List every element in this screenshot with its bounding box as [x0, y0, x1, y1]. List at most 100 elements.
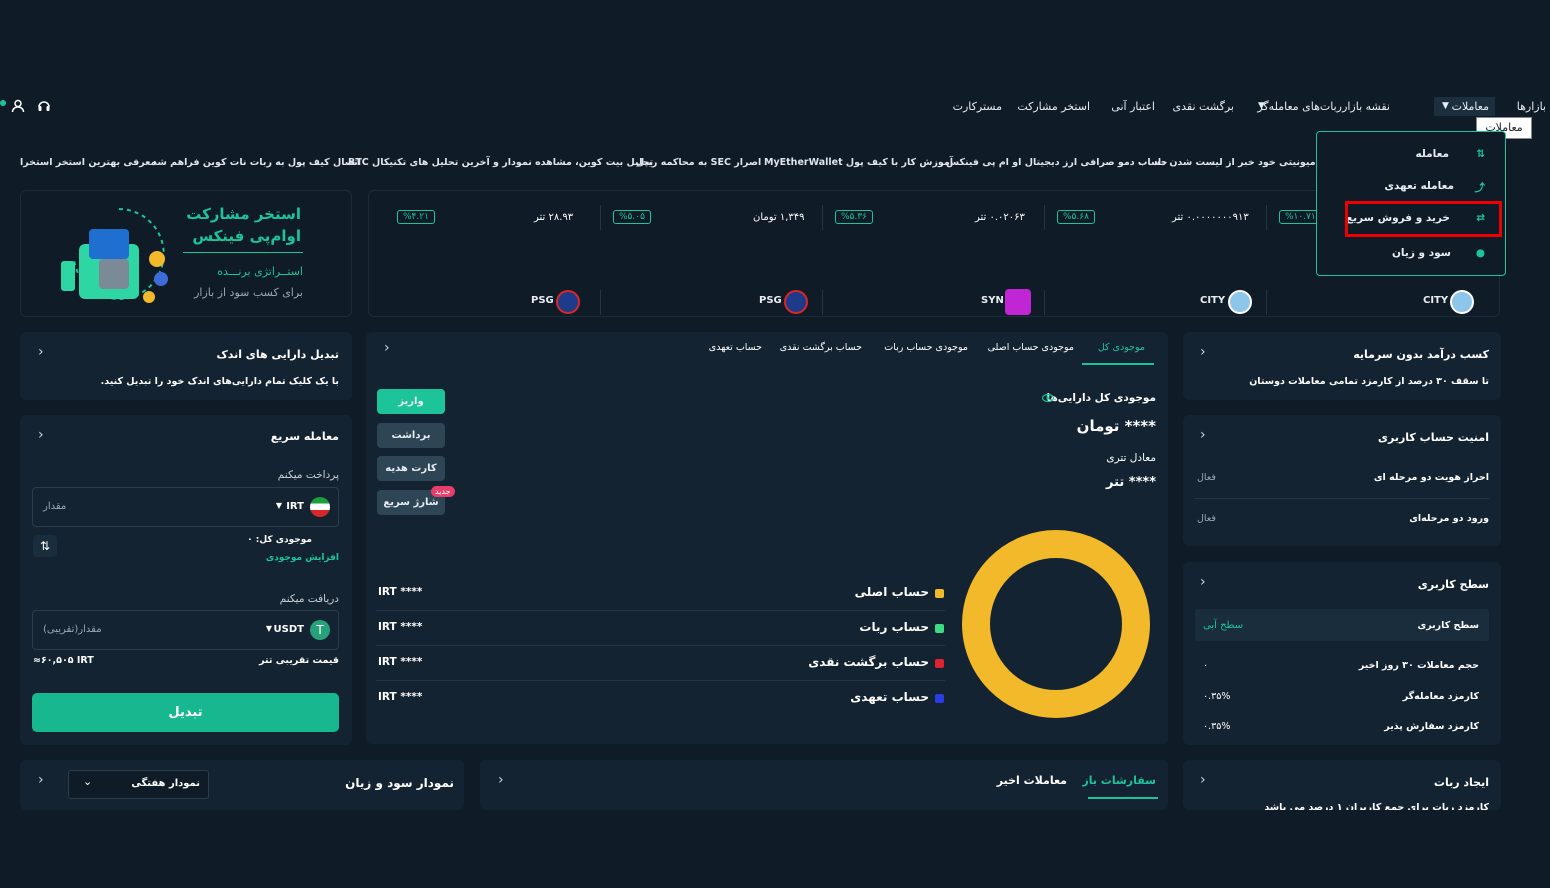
change-badge: %۵.۳۶ — [835, 210, 873, 224]
chart-icon: ⤴ — [1474, 182, 1486, 194]
chevron-down-icon: ▼ — [1258, 101, 1265, 111]
user-icon[interactable] — [11, 99, 25, 113]
pool-banner[interactable]: استخر مشارکت اوام‌پی فینکس استــراتژی بر… — [20, 190, 352, 317]
legend-swatch — [935, 694, 944, 703]
pay-currency[interactable]: IRT — [286, 501, 304, 512]
pnl-period-select[interactable]: نمودار هفتگی ⌄ — [68, 770, 209, 799]
row-value: فعال — [1197, 513, 1216, 524]
coin-symbol[interactable]: PSG — [759, 295, 782, 306]
status-dot — [0, 100, 6, 106]
tab-bot[interactable]: موجودی حساب ربات — [884, 342, 968, 353]
tab-cashback[interactable]: حساب برگشت نقدی — [780, 342, 862, 353]
ticker-item[interactable]: حساب دمو صرافی ارز دیجیتال او ام پی فینک… — [946, 157, 1168, 168]
legend-swatch — [935, 624, 944, 633]
pay-input-placeholder: مقدار — [43, 501, 67, 512]
select-value: نمودار هفتگی — [131, 778, 200, 789]
receive-currency[interactable]: USDT — [274, 624, 304, 635]
ticker-item[interactable]: اصرار SEC به محاکمه ریپل — [636, 157, 761, 168]
syn-logo-icon — [1005, 289, 1031, 315]
price-value: ۰.۰۰۰۰۰۰۰۹۱۳ تتر — [1172, 212, 1249, 223]
nav-markets[interactable]: بازارها — [1517, 100, 1546, 113]
chevron-left-icon[interactable]: ‹ — [1200, 344, 1206, 360]
convert-button[interactable]: تبدیل — [32, 693, 339, 732]
balance-donut-chart — [962, 530, 1150, 718]
chevron-left-icon[interactable]: ‹ — [1200, 772, 1206, 788]
ticker-item[interactable]: معرفی بهترین استخر استخرا — [20, 157, 156, 168]
donut-ring — [962, 530, 1150, 718]
menu-item-margin[interactable]: معامله تعهدی — [1384, 180, 1454, 192]
change-badge: %۴.۲۱ — [397, 210, 435, 224]
chevron-left-icon[interactable]: ‹ — [38, 772, 44, 788]
row-label: سطح کاربری — [1417, 620, 1480, 631]
level-value: سطح آبی — [1203, 620, 1244, 631]
deposit-button[interactable]: واریز — [377, 389, 445, 414]
tab-main[interactable]: موجودی حساب اصلی — [988, 342, 1074, 353]
withdraw-button[interactable]: برداشت — [377, 423, 445, 448]
highlight-box — [1345, 201, 1502, 237]
swap-direction-icon[interactable]: ⇅ — [33, 535, 57, 557]
level-card: سطح کاربری ‹ سطح کاربری سطح آبی حجم معام… — [1183, 562, 1501, 745]
chevron-left-icon[interactable]: ‹ — [1200, 427, 1206, 443]
ticker-item[interactable]: اتصال کیف پول به ربات نات کوین فراهم شد — [152, 157, 361, 168]
nav-market-map[interactable]: نقشه بازار — [1342, 100, 1390, 113]
tether-value: **** تتر — [1106, 475, 1156, 490]
receive-label: دریافت میکنم — [279, 593, 339, 605]
card-title: کسب درآمد بدون سرمایه — [1353, 348, 1489, 361]
legend-label: حساب تعهدی — [850, 690, 929, 704]
card-title: معامله سریع — [270, 430, 339, 443]
headset-icon[interactable] — [37, 99, 51, 113]
chevron-down-icon: ▼ — [1442, 101, 1449, 111]
tether-label: معادل تتری — [1106, 452, 1156, 464]
eye-icon[interactable] — [1042, 393, 1054, 403]
city-logo-icon — [1450, 290, 1474, 314]
row-label: حجم معاملات ۳۰ روز اخیر — [1358, 660, 1479, 671]
tab-recent-trades[interactable]: معاملات اخیر — [997, 774, 1067, 787]
tab-margin[interactable]: حساب تعهدی — [709, 342, 762, 353]
price-value: ۱,۳۴۹ تومان — [753, 212, 805, 223]
nav-pool[interactable]: استخر مشارکت — [1017, 100, 1090, 113]
gift-card-button[interactable]: کارت هدیه — [377, 456, 445, 481]
rate-value: ≈۶۰,۵۰۵ IRT — [33, 655, 94, 666]
ticker-item[interactable]: تحلیل بیت کوین، مشاهده نمودار و آخرین تح… — [348, 157, 653, 168]
legend-label: حساب برگشت نقدی — [808, 655, 929, 669]
coin-symbol[interactable]: SYN — [981, 295, 1004, 306]
legend-swatch — [935, 589, 944, 598]
card-desc: کارمزد ربات برای جمع کاربران ۱ درصد می ب… — [1264, 802, 1489, 810]
chevron-down-icon[interactable]: ▼ — [266, 624, 272, 633]
nav-bots[interactable]: ربات‌های معامله‌گر — [1257, 100, 1342, 113]
chevron-left-icon[interactable]: ‹ — [384, 340, 390, 356]
small-assets-card[interactable]: تبدیل دارایی های اندک با یک کلیک تمام دا… — [20, 332, 352, 400]
legend-swatch — [935, 659, 944, 668]
pay-field[interactable]: مقدار IRT ▼ — [32, 487, 339, 527]
coin-symbol[interactable]: PSG — [531, 295, 554, 306]
coin-symbol[interactable]: CITY — [1200, 295, 1225, 306]
chevron-left-icon[interactable]: ‹ — [38, 344, 44, 360]
ticker-item[interactable]: آموزش کار با کیف پول MyEtherWallet — [764, 157, 953, 168]
change-badge: %۵.۶۸ — [1057, 210, 1095, 224]
chevron-down-icon: ⌄ — [83, 775, 93, 788]
menu-item-pnl[interactable]: سود و زیان — [1392, 247, 1451, 259]
psg-logo-icon — [556, 290, 580, 314]
psg-logo-icon — [784, 290, 808, 314]
increase-balance-link[interactable]: افزایش موجودی — [266, 553, 339, 563]
legend-value: **** IRT — [378, 586, 423, 598]
chevron-down-icon[interactable]: ▼ — [276, 501, 282, 510]
row-value: ۰.۳۵% — [1203, 691, 1231, 702]
tab-open-orders[interactable]: سفارشات باز — [1082, 774, 1156, 787]
tab-total[interactable]: موجودی کل — [1098, 342, 1145, 353]
earn-card[interactable]: کسب درآمد بدون سرمایه تا سقف ۳۰ درصد از … — [1183, 332, 1501, 400]
receive-field[interactable]: مقدار(تقریبی) T USDT ▼ — [32, 610, 339, 650]
chevron-left-icon[interactable]: ‹ — [1200, 574, 1206, 590]
nav-mastercard[interactable]: مسترکارت — [953, 100, 1002, 113]
menu-item-trade[interactable]: معامله — [1415, 148, 1449, 160]
banner-title2: اوام‌پی فینکس — [192, 227, 301, 245]
row-label: احراز هویت دو مرحله ای — [1373, 472, 1489, 483]
nav-instant-credit[interactable]: اعتبار آنی — [1111, 100, 1155, 113]
chevron-left-icon[interactable]: ‹ — [498, 772, 504, 788]
chevron-left-icon[interactable]: ‹ — [38, 427, 44, 443]
bot-card[interactable]: ایجاد ربات کارمزد ربات برای جمع کاربران … — [1183, 760, 1501, 810]
banner-sub2: برای کسب سود از بازار — [194, 286, 303, 299]
orders-card: سفارشات باز معاملات اخیر ‹ — [480, 760, 1168, 810]
coin-symbol[interactable]: CITY — [1423, 295, 1448, 306]
nav-cashback[interactable]: برگشت نقدی — [1173, 100, 1235, 113]
